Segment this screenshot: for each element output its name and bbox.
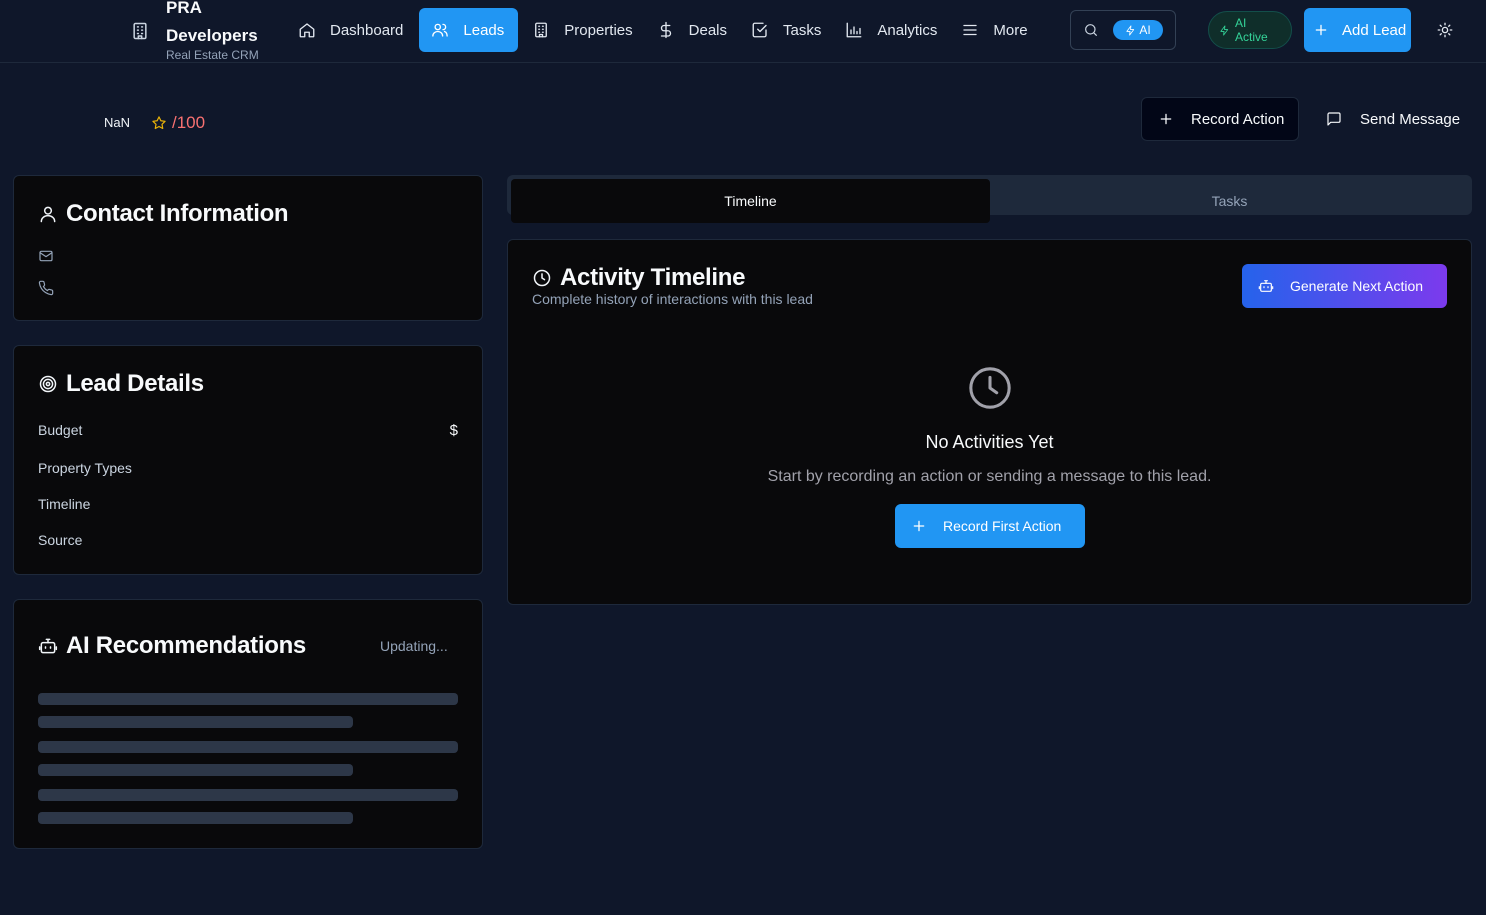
empty-state-text: Start by recording an action or sending … (767, 468, 1212, 485)
record-action-button[interactable]: Record Action (1141, 97, 1299, 141)
card-title-text: Lead Details (66, 370, 204, 397)
activity-timeline-title: Activity Timeline (532, 264, 746, 292)
bar-chart-icon (845, 21, 863, 39)
plus-icon (1314, 23, 1328, 37)
tab-timeline[interactable]: Timeline (511, 179, 990, 223)
main-nav: Dashboard Leads Properties Deals Tasks A… (290, 8, 1044, 52)
detail-row-source: Source (38, 532, 458, 548)
clock-icon (532, 268, 552, 288)
menu-icon (961, 21, 979, 39)
nav-item-leads[interactable]: Leads (419, 8, 519, 52)
tab-list: Timeline Tasks (507, 175, 1472, 223)
brand[interactable]: PRA Developers Real Estate CRM (130, 0, 276, 62)
activity-timeline-subtitle: Complete history of interactions with th… (532, 291, 813, 307)
add-lead-label: Add Lead (1342, 21, 1407, 39)
plus-icon (1159, 112, 1173, 126)
detail-value: $ (449, 422, 458, 439)
record-first-action-button[interactable]: Record First Action (895, 504, 1085, 548)
lead-score-value: /100 (172, 113, 206, 132)
card-title-text: AI Recommendations (66, 632, 306, 659)
ai-status-label: AI Active (1235, 16, 1268, 44)
card-title-text: Contact Information (66, 200, 289, 227)
lead-score: /100 (151, 113, 205, 133)
brand-name: PRA Developers (166, 0, 258, 45)
ai-chip-label: AI (1139, 23, 1151, 37)
zap-icon (1219, 25, 1230, 36)
skeleton-line (38, 789, 458, 801)
star-icon (151, 115, 167, 131)
lead-details-card: Lead Details Budget $ Property Types Tim… (13, 345, 483, 575)
detail-label: Timeline (38, 496, 91, 512)
ai-status-badge: AI Active (1208, 11, 1292, 49)
bot-icon (38, 636, 58, 656)
zap-icon (1125, 25, 1136, 36)
skeleton-line (38, 812, 353, 824)
nav-item-more[interactable]: More (953, 8, 1037, 52)
nav-label: Analytics (877, 21, 938, 39)
add-lead-button[interactable]: Add Lead (1304, 8, 1411, 52)
bot-icon (1258, 278, 1274, 294)
nav-label: Tasks (783, 21, 822, 39)
target-icon (38, 374, 58, 394)
phone-icon (38, 280, 54, 296)
detail-label: Source (38, 532, 83, 548)
nav-label: Dashboard (330, 21, 404, 39)
sun-icon (1436, 21, 1454, 39)
ai-search-chip[interactable]: AI (1113, 20, 1163, 40)
nav-item-tasks[interactable]: Tasks (743, 8, 831, 52)
tab-tasks[interactable]: Tasks (990, 179, 1469, 223)
empty-state-title: No Activities Yet (925, 432, 1054, 452)
record-action-label: Record Action (1191, 110, 1285, 128)
message-square-icon (1326, 111, 1342, 127)
record-first-action-label: Record First Action (943, 518, 1062, 534)
contact-info-title: Contact Information (38, 200, 289, 228)
skeleton-line (38, 764, 353, 776)
home-icon (298, 21, 316, 39)
skeleton-line (38, 741, 458, 753)
users-icon (431, 21, 449, 39)
mail-icon (38, 248, 54, 264)
nav-item-dashboard[interactable]: Dashboard (290, 8, 413, 52)
nav-label: Leads (463, 21, 505, 39)
detail-row-budget: Budget $ (38, 422, 458, 439)
nav-label: More (993, 21, 1028, 39)
lead-details-title: Lead Details (38, 370, 204, 398)
generate-next-action-label: Generate Next Action (1290, 278, 1424, 294)
theme-toggle-button[interactable] (1436, 21, 1454, 39)
skeleton-line (38, 716, 353, 728)
plus-icon (912, 519, 926, 533)
detail-row-property-types: Property Types (38, 460, 458, 476)
nav-label: Deals (688, 21, 727, 39)
check-square-icon (751, 21, 769, 39)
building-icon (532, 21, 550, 39)
send-message-button[interactable]: Send Message (1312, 97, 1472, 141)
clock-icon (967, 365, 1013, 411)
user-icon (38, 204, 58, 224)
nav-item-analytics[interactable]: Analytics (837, 8, 947, 52)
search-icon (1083, 22, 1099, 38)
detail-label: Budget (38, 422, 83, 438)
skeleton-line (38, 693, 458, 705)
contact-info-card: Contact Information (13, 175, 483, 321)
nav-item-deals[interactable]: Deals (649, 8, 737, 52)
activity-timeline-card: Activity Timeline Complete history of in… (507, 239, 1472, 605)
detail-label: Property Types (38, 460, 132, 476)
ai-recommendations-title: AI Recommendations (38, 632, 306, 660)
detail-row-timeline: Timeline (38, 496, 458, 512)
card-title-text: Activity Timeline (560, 264, 746, 291)
building-icon (130, 21, 150, 41)
updating-status: Updating... (380, 638, 448, 654)
top-nav-bar: PRA Developers Real Estate CRM Dashboard… (0, 0, 1486, 63)
dollar-icon (657, 21, 675, 39)
lead-name: NaN (104, 115, 131, 130)
nav-label: Properties (564, 21, 633, 39)
send-message-label: Send Message (1360, 110, 1461, 128)
brand-subtitle: Real Estate CRM (166, 48, 259, 62)
generate-next-action-button[interactable]: Generate Next Action (1242, 264, 1447, 308)
nav-item-properties[interactable]: Properties (524, 8, 642, 52)
ai-recommendations-card: AI Recommendations Updating... (13, 599, 483, 849)
search-button[interactable]: AI (1070, 10, 1176, 50)
